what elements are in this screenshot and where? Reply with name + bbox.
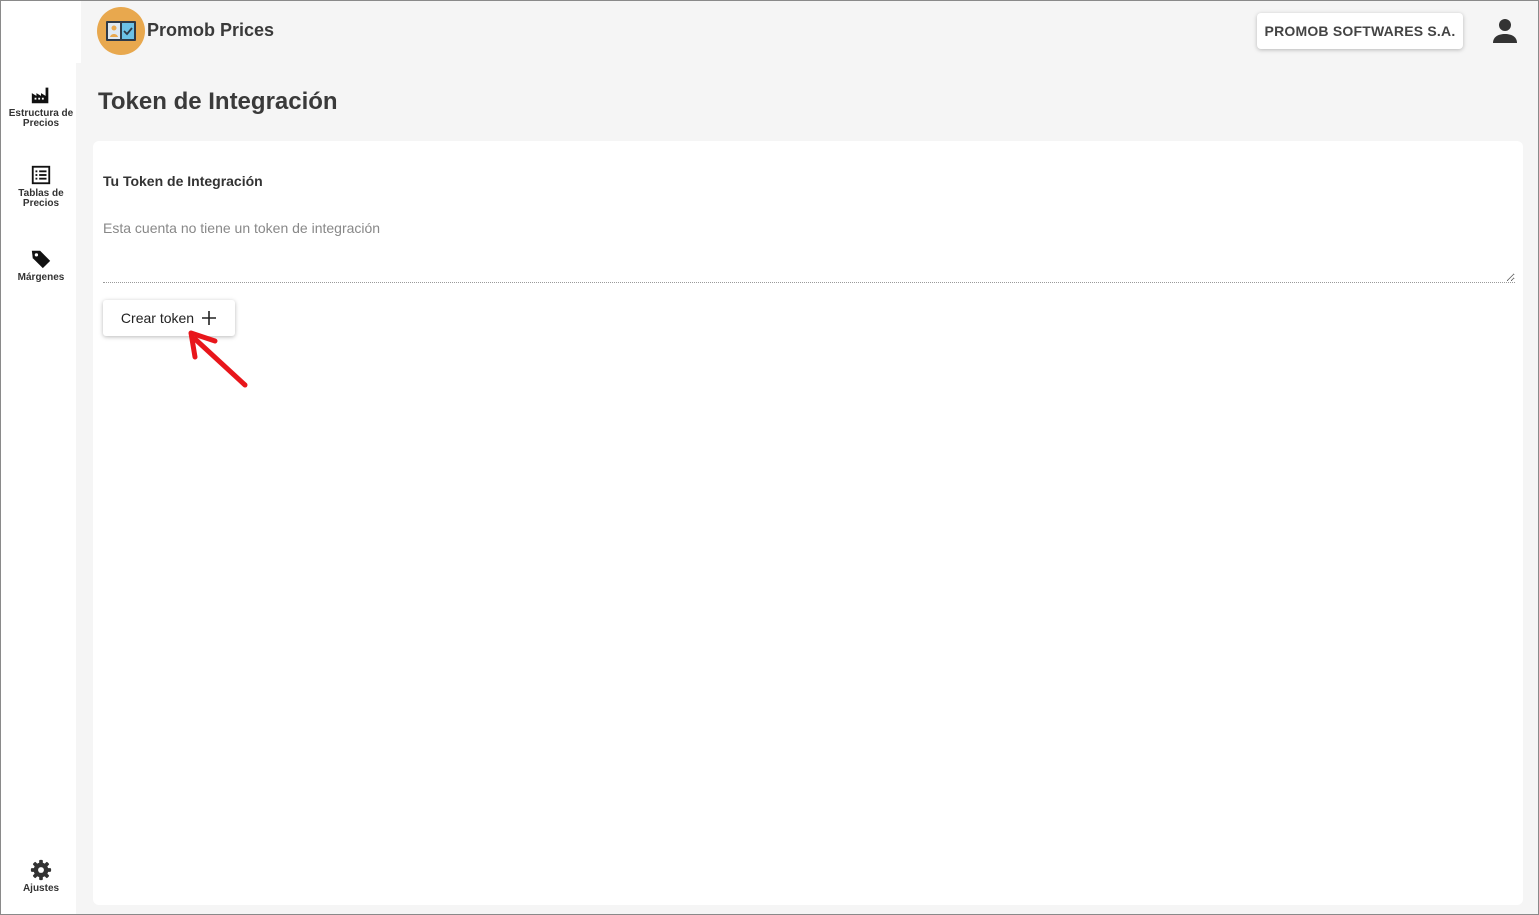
page-title: Token de Integración xyxy=(98,88,338,115)
factory-icon xyxy=(31,87,49,104)
list-icon xyxy=(31,165,51,185)
tag-icon xyxy=(31,250,51,269)
sidebar-item-ajustes[interactable]: Ajustes xyxy=(1,859,81,894)
app-window: Estructura de Precios Tablas de Precios … xyxy=(0,0,1539,915)
sidebar-item-margenes[interactable]: Márgenes xyxy=(1,248,81,283)
app-logo[interactable] xyxy=(97,7,145,55)
token-card: Tu Token de Integración Crear token xyxy=(93,141,1523,905)
annotation-arrow-icon xyxy=(188,330,248,388)
gear-icon xyxy=(30,859,52,881)
sidebar-item-tablas-precios[interactable]: Tablas de Precios xyxy=(1,164,81,209)
sidebar-divider xyxy=(76,63,81,914)
company-selector-button[interactable]: PROMOB SOFTWARES S.A. xyxy=(1257,13,1463,49)
sidebar-item-label: Tablas de Precios xyxy=(18,188,64,209)
sidebar-item-label: Márgenes xyxy=(17,272,65,283)
sidebar-item-estructura-precios[interactable]: Estructura de Precios xyxy=(1,84,81,129)
top-header: Promob Prices PROMOB SOFTWARES S.A. xyxy=(81,1,1538,63)
app-title: Promob Prices xyxy=(147,20,275,40)
sidebar: Estructura de Precios Tablas de Precios … xyxy=(1,1,81,914)
sidebar-item-label: Ajustes xyxy=(22,883,60,894)
token-textarea[interactable] xyxy=(103,211,1515,283)
user-icon[interactable] xyxy=(1491,17,1519,45)
price-board-icon xyxy=(106,21,136,41)
sidebar-item-label: Estructura de Precios xyxy=(8,108,74,129)
card-title: Tu Token de Integración xyxy=(103,173,263,189)
